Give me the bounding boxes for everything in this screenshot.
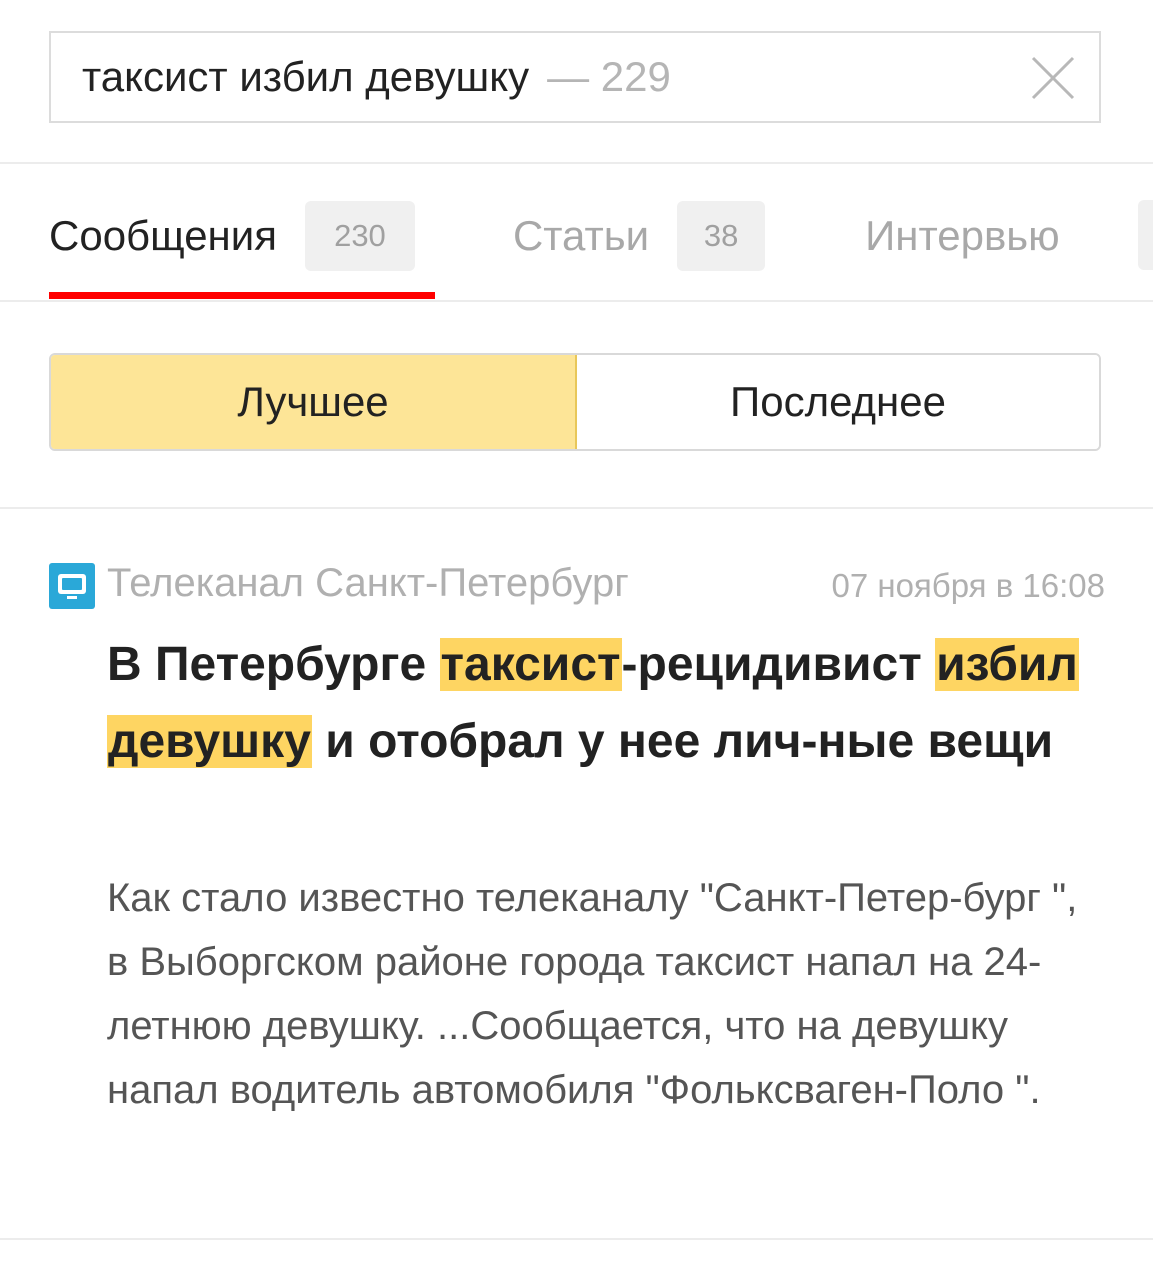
tab-messages-label: Сообщения: [49, 212, 277, 259]
tab-interviews-count: [1138, 200, 1153, 270]
tab-interviews-label: Интервью: [865, 212, 1060, 259]
search-input[interactable]: таксист избил девушку — 229: [49, 31, 1101, 123]
headline-highlight: избил: [935, 638, 1079, 691]
tab-articles-count: 38: [677, 201, 766, 271]
tab-articles[interactable]: Статьи 38: [512, 201, 766, 271]
article-timestamp: 07 ноября в 16:08: [831, 567, 1105, 604]
headline-highlight: девушку: [107, 715, 312, 768]
article-source-row: Телеканал Санкт-Петербург 07 ноября в 16…: [49, 555, 1105, 615]
search-query-text[interactable]: таксист избил девушку: [82, 53, 529, 101]
tab-messages[interactable]: Сообщения 230: [49, 201, 415, 271]
article-headline[interactable]: В Петербурге таксист-рецидивист избил де…: [107, 626, 1097, 780]
article-source-name[interactable]: Телеканал Санкт-Петербург: [107, 561, 629, 606]
tab-articles-label: Статьи: [512, 212, 650, 259]
sort-toggle: Лучшее Последнее: [49, 353, 1101, 451]
tabs-divider: [0, 300, 1153, 302]
close-icon[interactable]: [1029, 54, 1077, 102]
article-divider: [0, 1238, 1153, 1240]
article-snippet: Как стало известно телеканалу "Санкт-Пет…: [107, 876, 1078, 1112]
headline-text: и отобрал у нее лич-ные вещи: [311, 715, 1054, 768]
active-tab-indicator: [49, 292, 435, 299]
tab-bar: Сообщения 230 Статьи 38 Интервью: [49, 196, 1060, 276]
news-search-page: таксист избил девушку — 229 Сообщения 23…: [0, 0, 1153, 1280]
tab-messages-count: 230: [304, 201, 415, 271]
tv-channel-icon: [49, 563, 95, 609]
header-divider: [0, 162, 1153, 164]
headline-text: В Петербурге: [107, 638, 440, 691]
sort-divider: [0, 507, 1153, 509]
sort-latest-button[interactable]: Последнее: [577, 355, 1099, 449]
tab-interviews[interactable]: Интервью: [865, 212, 1060, 260]
search-result-count: — 229: [547, 53, 671, 100]
headline-text: -рецидивист: [621, 638, 936, 691]
sort-best-button[interactable]: Лучшее: [51, 355, 577, 449]
headline-highlight: таксист: [439, 638, 622, 691]
